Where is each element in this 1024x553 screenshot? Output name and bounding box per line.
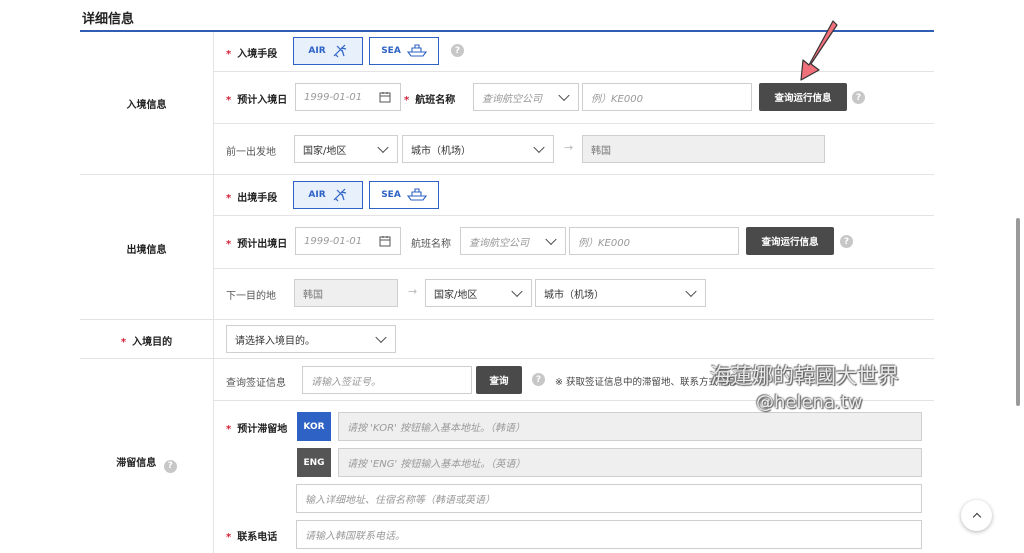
exit-country-select[interactable]: 国家/地区 (425, 279, 532, 307)
right-arrow-icon: → (408, 285, 418, 298)
airplane-icon (333, 44, 346, 58)
section-divider (80, 358, 934, 359)
help-icon[interactable]: ? (451, 44, 464, 57)
visa-search-button[interactable]: 查询 (476, 366, 522, 394)
chevron-down-icon (377, 141, 389, 154)
exit-date-label: * 预计出境日 (226, 239, 288, 250)
kor-address-field: 请按 'KOR' 按钮输入基本地址。（韩语） (338, 412, 922, 441)
help-icon[interactable]: ? (840, 235, 853, 248)
chevron-down-icon (545, 233, 557, 246)
exit-flight-label: 航班名称 (411, 239, 451, 250)
kor-address-button[interactable]: KOR (297, 412, 331, 441)
calendar-icon[interactable] (379, 91, 391, 103)
chevron-down-icon (685, 285, 697, 298)
exit-sea-button[interactable]: SEA (369, 181, 439, 209)
chevron-down-icon (375, 331, 387, 344)
airplane-icon (333, 188, 346, 202)
scroll-to-top-button[interactable] (961, 500, 992, 531)
entry-search-flight-button[interactable]: 查询运行信息 (759, 83, 847, 111)
row-divider (214, 268, 934, 269)
chevron-down-icon (511, 285, 523, 298)
entry-category-label: 入境信息 (126, 100, 167, 111)
page-scrollbar[interactable] (1016, 218, 1020, 406)
entry-city-select[interactable]: 城市（机场） (402, 135, 554, 163)
exit-dest-label: 下一目的地 (226, 291, 276, 302)
entry-flight-label: * 航班名称 (404, 95, 456, 106)
address-detail-input[interactable]: 输入详细地址、住宿名称等（韩语或英语） (296, 484, 922, 513)
chevron-down-icon (533, 141, 545, 154)
purpose-select[interactable]: 请选择入境目的。 (226, 325, 396, 353)
exit-mode-label: * 出境手段 (226, 193, 278, 204)
entry-flight-input[interactable]: 例）KE000 (582, 83, 752, 111)
section-divider (80, 319, 934, 320)
chevron-up-icon (972, 512, 981, 522)
exit-air-button[interactable]: AIR (293, 181, 363, 209)
calendar-icon[interactable] (379, 235, 391, 247)
stay-category-label: 滞留信息 ? (80, 454, 213, 473)
category-column-divider (213, 32, 214, 553)
help-icon[interactable]: ? (163, 459, 177, 473)
exit-category-label: 出境信息 (126, 245, 167, 256)
entry-origin-label: 前一出发地 (226, 147, 276, 158)
exit-flight-input[interactable]: 例）KE000 (569, 227, 739, 255)
section-title: 详细信息 (82, 12, 135, 27)
exit-date-input[interactable]: 1999-01-01 (295, 227, 401, 255)
ship-icon (406, 188, 427, 201)
phone-label: * 联系电话 (226, 532, 278, 543)
chevron-down-icon (558, 89, 570, 102)
watermark-handle: @helena.tw (756, 392, 863, 413)
phone-input[interactable]: 请输入韩国联系电话。 (296, 520, 922, 549)
exit-departure-country-field: 韩国 (294, 279, 398, 307)
entry-sea-button[interactable]: SEA (369, 37, 439, 65)
eng-address-field: 请按 'ENG' 按钮输入基本地址。（英语） (338, 448, 922, 477)
visa-label: 查询签证信息 (226, 378, 286, 389)
address-label: * 预计滞留地 (226, 424, 288, 435)
exit-search-flight-button[interactable]: 查询运行信息 (746, 227, 834, 255)
entry-date-label: * 预计入境日 (226, 95, 288, 106)
right-arrow-icon: → (564, 141, 574, 154)
help-icon[interactable]: ? (852, 91, 865, 104)
entry-country-select[interactable]: 国家/地区 (294, 135, 398, 163)
entry-date-input[interactable]: 1999-01-01 (295, 83, 401, 111)
entry-air-button[interactable]: AIR (293, 37, 363, 65)
purpose-label: * 入境目的 (120, 337, 173, 348)
entry-airline-select[interactable]: 查询航空公司 (473, 83, 579, 111)
entry-arrival-country-field: 韩国 (582, 135, 825, 163)
exit-city-select[interactable]: 城市（机场） (535, 279, 706, 307)
visa-number-input[interactable]: 请输入签证号。 (302, 366, 472, 394)
entry-mode-label: * 入境手段 (226, 49, 278, 60)
pointer-arrow-icon (800, 20, 838, 81)
row-divider (214, 215, 934, 216)
eng-address-button[interactable]: ENG (297, 448, 331, 477)
ship-icon (406, 44, 427, 57)
exit-airline-select[interactable]: 查询航空公司 (460, 227, 566, 255)
row-divider (214, 123, 934, 124)
watermark-title: 海蓮娜的韓國大世界 (710, 364, 899, 388)
section-divider (80, 174, 934, 175)
help-icon[interactable]: ? (532, 373, 545, 386)
